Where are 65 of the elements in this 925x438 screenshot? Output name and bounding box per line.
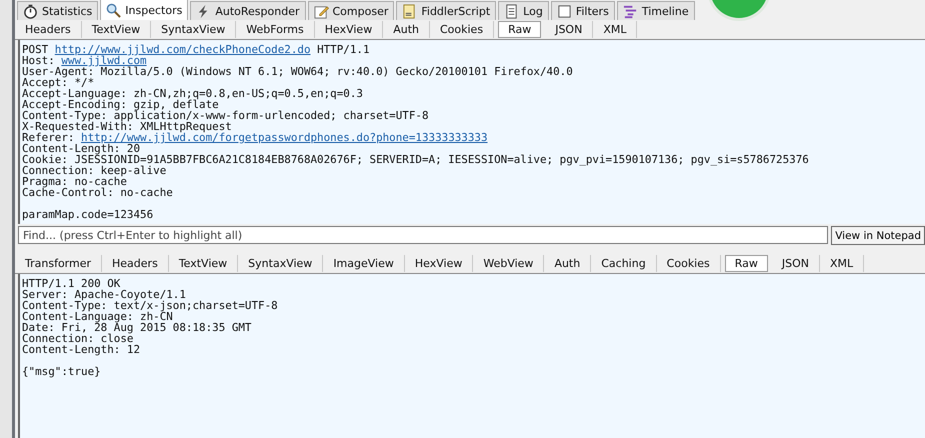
tab[interactable]: Timeline bbox=[616, 1, 695, 20]
code-line: Connection: close bbox=[22, 333, 134, 344]
tab[interactable]: WebView bbox=[473, 255, 544, 272]
code-line: Accept: */* bbox=[22, 77, 94, 88]
code-line: HTTP/1.1 200 OK bbox=[22, 278, 120, 289]
tab[interactable]: ImageView bbox=[323, 255, 405, 272]
code-line: Pragma: no-cache bbox=[22, 176, 127, 187]
tab[interactable]: FiddlerScript bbox=[396, 1, 496, 20]
tab[interactable]: AutoResponder bbox=[190, 1, 306, 20]
code-line: Content-Type: text/x-json;charset=UTF-8 bbox=[22, 300, 278, 311]
code-line: User-Agent: Mozilla/5.0 (Windows NT 6.1; WOW64; rv:40.0) Gecko/20100101 Firefox/40.0 bbox=[22, 66, 573, 77]
code-line: POST http://www.jjlwd.com/checkPhoneCode2.do HTTP/1.1 bbox=[22, 44, 370, 55]
tab[interactable]: Inspectors bbox=[100, 0, 188, 20]
tab[interactable]: Raw bbox=[498, 21, 542, 38]
tab[interactable]: TextView bbox=[168, 255, 238, 272]
code-line: Server: Apache-Coyote/1.1 bbox=[22, 289, 186, 300]
tab[interactable]: Headers bbox=[102, 255, 169, 272]
tab[interactable]: WebForms bbox=[236, 21, 315, 38]
tab[interactable]: Raw bbox=[724, 255, 768, 272]
code-line: Accept-Language: zh-CN,zh;q=0.8,en-US;q=0.5,en;q=0.3 bbox=[22, 88, 363, 99]
code-line: Date: Fri, 28 Aug 2015 08:18:35 GMT bbox=[22, 322, 252, 333]
magnifier-icon bbox=[106, 2, 122, 18]
tab[interactable]: Transformer bbox=[15, 255, 102, 272]
code-line: X-Requested-With: XMLHttpRequest bbox=[22, 121, 232, 132]
code-line: Content-Length: 20 bbox=[22, 143, 140, 154]
code-line: Accept-Encoding: gzip, deflate bbox=[22, 99, 219, 110]
document-icon bbox=[504, 4, 520, 18]
code-line: Referer: http://www.jjlwd.com/forgetpasswordphones.do?phone=13333333333 bbox=[22, 132, 488, 143]
timeline-icon bbox=[622, 4, 638, 18]
tab[interactable]: Statistics bbox=[17, 1, 98, 20]
find-field[interactable]: Find... (press Ctrl+Enter to highlight all) bbox=[18, 226, 828, 244]
tab[interactable]: Composer bbox=[308, 1, 394, 20]
code-line: Cache-Control: no-cache bbox=[22, 187, 173, 198]
tab[interactable]: XML bbox=[593, 21, 638, 38]
tab[interactable]: TextView bbox=[82, 21, 152, 38]
pencil-paper-icon bbox=[314, 4, 328, 18]
tab[interactable]: Cookies bbox=[430, 21, 494, 38]
tab[interactable]: Headers bbox=[15, 21, 82, 38]
request-text-area[interactable] bbox=[18, 40, 925, 224]
code-line: Cookie: JSESSIONID=91A5BB7FBC6A21C8184EB8768A02676F; SERVERID=A; IESESSION=alive; pgv_pvi=1590107136; pgv_si=s5786725376 bbox=[22, 154, 809, 165]
tab[interactable]: JSON bbox=[545, 21, 594, 38]
code-line: {"msg":true} bbox=[22, 364, 101, 377]
code-line: Content-Type: application/x-www-form-urlencoded; charset=UTF-8 bbox=[22, 110, 429, 121]
view-in-notepad-button[interactable]: View in Notepad bbox=[831, 226, 925, 245]
code-line: Content-Language: zh-CN bbox=[22, 311, 173, 322]
tab[interactable]: HexView bbox=[404, 255, 474, 272]
tab[interactable]: HexView bbox=[314, 21, 384, 38]
code-line: Connection: keep-alive bbox=[22, 165, 166, 176]
tab[interactable]: Caching bbox=[591, 255, 657, 272]
tab[interactable]: SyntaxView bbox=[151, 21, 236, 38]
tab[interactable]: Log bbox=[498, 1, 549, 20]
code-line: Content-Length: 12 bbox=[22, 344, 140, 355]
script-icon bbox=[402, 4, 418, 18]
response-text-area[interactable]: HTTP/1.1 200 OK Server: Apache-Coyote/1.1 Content-Type: text/x-json;charset=UTF-8 Content-Language: zh-CN Date: Fri, 28 Aug 2015 08:18:35 GMT Connection: close Content-Length: 12 {"msg":true} bbox=[18, 274, 925, 438]
tab[interactable]: JSON bbox=[772, 255, 820, 272]
tab[interactable]: XML bbox=[820, 255, 864, 272]
tab[interactable]: SyntaxView bbox=[238, 255, 324, 272]
tab[interactable]: Auth bbox=[383, 21, 430, 38]
tab[interactable]: Cookies bbox=[656, 255, 721, 272]
tab[interactable]: Auth bbox=[544, 255, 592, 272]
stopwatch-icon bbox=[23, 4, 38, 18]
code-line: paramMap.code=123456 bbox=[22, 207, 154, 220]
checkbox-icon bbox=[556, 4, 572, 18]
code-line: Host: www.jjlwd.com bbox=[22, 55, 147, 66]
tab[interactable]: Filters bbox=[550, 1, 615, 20]
